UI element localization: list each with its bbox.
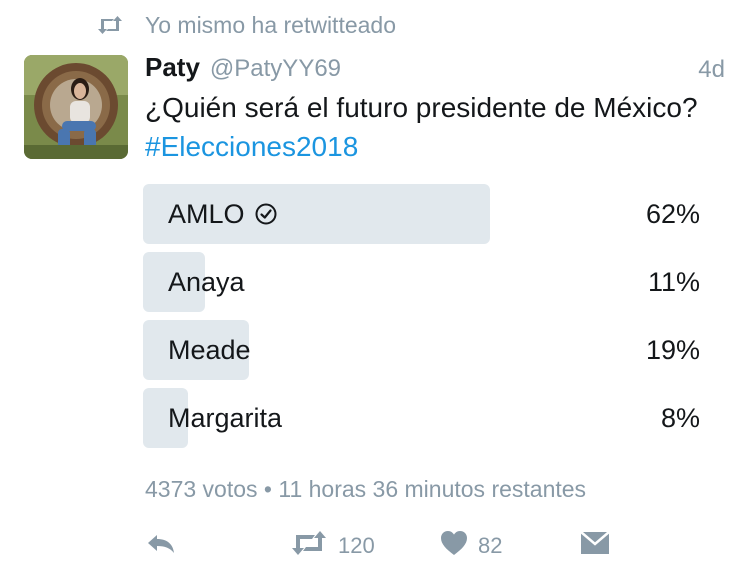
retweet-icon: [97, 14, 125, 36]
retweet-icon: [290, 531, 328, 561]
poll-option-percent: 8%: [660, 402, 700, 433]
poll-meta: 4373 votos • 11 horas 36 minutos restant…: [145, 476, 587, 502]
tweet-timestamp[interactable]: 4d: [698, 56, 725, 84]
retweet-button[interactable]: 120: [290, 528, 375, 564]
heart-icon: [440, 530, 468, 562]
reply-icon: [145, 531, 177, 561]
display-name[interactable]: Paty: [145, 52, 200, 83]
poll-option-label: Margarita: [168, 388, 282, 448]
poll-option-label: Anaya: [168, 252, 245, 312]
check-circle-icon: [255, 203, 277, 225]
retweet-context-text: Yo mismo ha retwitteado: [145, 11, 397, 38]
poll-option-text: Meade: [168, 334, 251, 365]
poll-option-percent: 11%: [647, 266, 700, 297]
poll-option-text: Margarita: [168, 402, 283, 433]
poll-option: Anaya 11%: [143, 252, 703, 312]
poll-option: Meade 19%: [143, 320, 703, 380]
poll: AMLO 62% Anaya 11% Meade 19% Margarita 8…: [143, 184, 703, 456]
avatar[interactable]: [24, 55, 128, 159]
poll-option-label: AMLO: [168, 184, 277, 244]
poll-option: AMLO 62%: [143, 184, 703, 244]
tweet-header: Paty @PatyYY69 4d: [145, 52, 725, 86]
tweet-text: ¿Quién será el futuro presidente de Méxi…: [145, 88, 705, 166]
poll-option-text: AMLO: [168, 198, 245, 229]
retweet-context: Yo mismo ha retwitteado: [97, 10, 396, 40]
reply-button[interactable]: [145, 528, 177, 564]
hashtag-link[interactable]: #Elecciones2018: [145, 131, 358, 162]
poll-option-text: Anaya: [168, 266, 245, 297]
like-count: 82: [478, 533, 503, 558]
user-handle[interactable]: @PatyYY69: [210, 55, 341, 83]
like-button[interactable]: 82: [440, 528, 502, 564]
poll-option-label: Meade: [168, 320, 251, 380]
tweet-actions: 120 82: [145, 528, 615, 564]
poll-option-percent: 19%: [645, 334, 700, 365]
envelope-icon: [580, 530, 610, 562]
retweet-count: 120: [338, 533, 375, 558]
poll-option-percent: 62%: [645, 198, 700, 229]
poll-option: Margarita 8%: [143, 388, 703, 448]
direct-message-button[interactable]: [580, 528, 610, 564]
tweet-text-main: ¿Quién será el futuro presidente de Méxi…: [145, 92, 698, 123]
